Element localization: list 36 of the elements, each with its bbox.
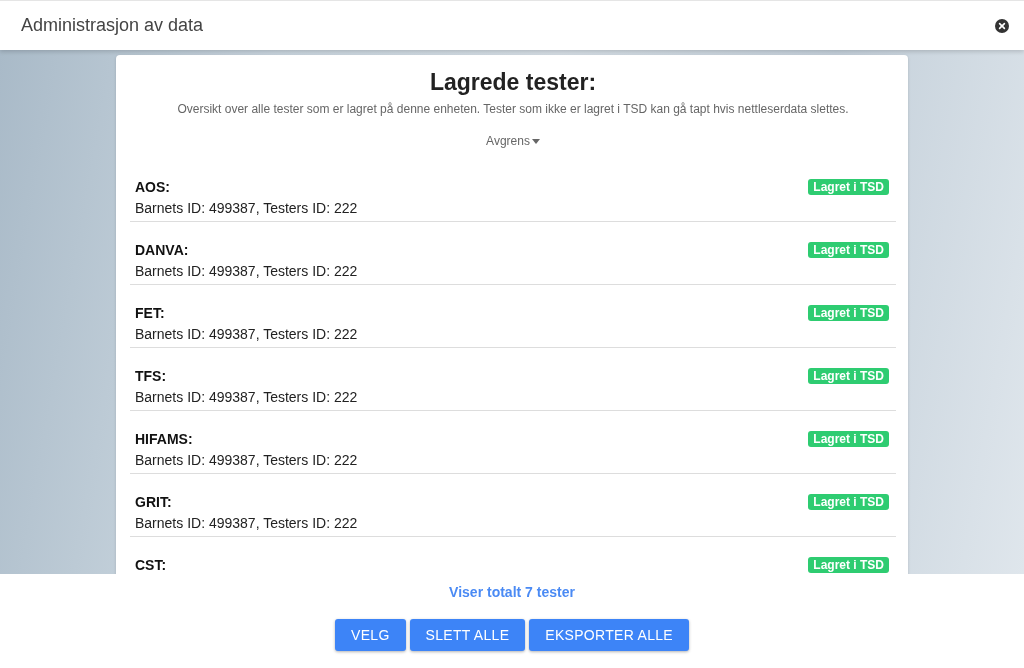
status-badge: Lagret i TSD	[808, 431, 889, 447]
test-name: DANVA:	[135, 240, 189, 260]
panel-description: Oversikt over alle tester som er lagret på denne enheten. Tester som ikke er lagret i TSD kan gå tapt hvis nettleserdata slettes.	[177, 101, 849, 118]
status-badge: Lagret i TSD	[808, 305, 889, 321]
caret-down-icon	[531, 138, 540, 144]
filter-toggle[interactable]: Avgrens	[486, 132, 540, 150]
window-title: Administrasjon av data	[21, 14, 204, 37]
close-icon[interactable]	[995, 18, 1009, 33]
total-count-text: Viser totalt 7 tester	[449, 583, 575, 602]
test-name: FET:	[135, 303, 165, 323]
status-badge: Lagret i TSD	[808, 242, 889, 258]
status-badge: Lagret i TSD	[808, 368, 889, 384]
test-row[interactable]: FET: Lagret i TSD Barnets ID: 499387, Testers ID: 222	[130, 285, 896, 348]
test-row[interactable]: DANVA: Lagret i TSD Barnets ID: 499387, Testers ID: 222	[130, 222, 896, 285]
test-row[interactable]: TFS: Lagret i TSD Barnets ID: 499387, Testers ID: 222	[130, 348, 896, 411]
test-row[interactable]: GRIT: Lagret i TSD Barnets ID: 499387, Testers ID: 222	[130, 474, 896, 537]
test-details: Barnets ID: 499387, Testers ID: 222	[135, 199, 359, 218]
test-details: Barnets ID: 499387, Testers ID: 222	[135, 262, 359, 281]
test-name: TFS:	[135, 366, 167, 386]
test-row[interactable]: AOS: Lagret i TSD Barnets ID: 499387, Testers ID: 222	[130, 159, 896, 222]
test-row[interactable]: HIFAMS: Lagret i TSD Barnets ID: 499387, Testers ID: 222	[130, 411, 896, 474]
action-button[interactable]: VELG	[335, 619, 406, 651]
test-name: AOS:	[135, 177, 170, 197]
status-badge: Lagret i TSD	[808, 557, 889, 573]
action-button[interactable]: EKSPORTER ALLE	[529, 619, 689, 651]
panel-title: Lagrede tester:	[429, 68, 597, 97]
action-button[interactable]: SLETT ALLE	[409, 619, 526, 651]
status-badge: Lagret i TSD	[808, 494, 889, 510]
test-name: HIFAMS:	[135, 429, 193, 449]
test-details: Barnets ID: 499387, Testers ID: 222	[135, 451, 359, 470]
status-badge: Lagret i TSD	[808, 179, 889, 195]
test-details: Barnets ID: 499387, Testers ID: 222	[135, 388, 359, 407]
test-name: CST:	[135, 555, 167, 574]
test-details: Barnets ID: 499387, Testers ID: 222	[135, 514, 359, 533]
test-name: GRIT:	[135, 492, 172, 512]
test-details: Barnets ID: 499387, Testers ID: 222	[135, 325, 359, 344]
